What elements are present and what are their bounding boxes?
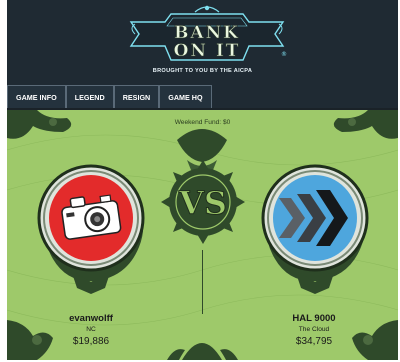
bottom-left-ornament — [7, 320, 53, 360]
tab-resign[interactable]: RESIGN — [113, 85, 160, 108]
player-1-location: NC — [86, 326, 96, 333]
tab-legend[interactable]: LEGEND — [65, 85, 114, 108]
logo-line-2: ON IT — [174, 41, 241, 61]
logo-line-1: BANK — [174, 23, 240, 43]
player-2-info: HAL 9000 The Cloud $34,795 — [269, 313, 359, 347]
vs-text: VS — [178, 184, 227, 222]
player-2-medallion — [261, 164, 369, 294]
versus-badge: VS — [161, 160, 245, 244]
player-1-money: $19,886 — [72, 336, 110, 347]
player-1-medallion — [37, 164, 145, 294]
bottom-center-ornament — [167, 343, 238, 360]
game-frame: BANK ON IT ® BROUGHT TO YOU BY THE AICPA… — [7, 0, 398, 360]
tab-game-hq[interactable]: GAME HQ — [159, 85, 212, 108]
player-1-name: evanwolff — [69, 313, 113, 324]
header: BANK ON IT ® BROUGHT TO YOU BY THE AICPA — [7, 0, 398, 84]
player-2-name: HAL 9000 — [292, 313, 336, 324]
tab-bar: GAME INFO LEGEND RESIGN GAME HQ — [7, 84, 398, 110]
player-1-info: evanwolff NC $19,886 — [51, 313, 131, 347]
tab-game-info[interactable]: GAME INFO — [7, 85, 66, 108]
game-board: VS Weekend Fund: $0 evanwolff NC $19,886… — [7, 110, 398, 360]
player-2-location: The Cloud — [298, 326, 330, 333]
registered-mark: ® — [281, 51, 287, 58]
bank-on-it-logo: BANK ON IT ® — [129, 5, 287, 61]
player-2-money: $34,795 — [295, 336, 333, 347]
weekend-fund: Weekend Fund: $0 — [174, 119, 231, 126]
sponsor-subtitle: BROUGHT TO YOU BY THE AICPA — [152, 68, 253, 74]
